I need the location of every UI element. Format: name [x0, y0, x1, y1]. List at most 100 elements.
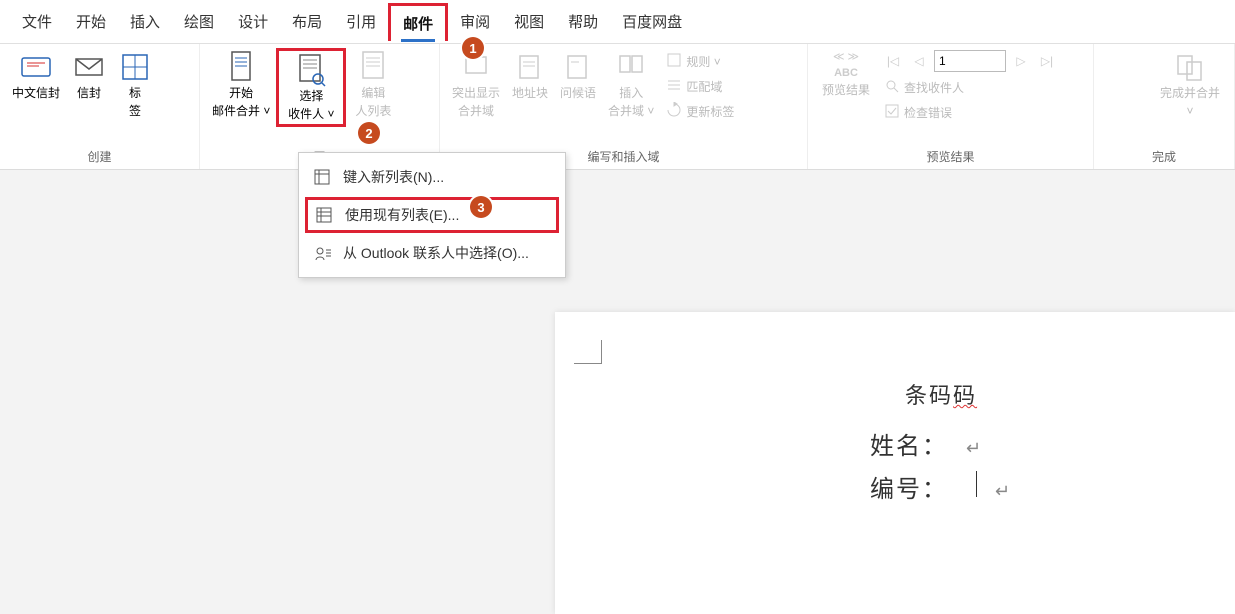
menu-references[interactable]: 引用: [334, 1, 388, 42]
select-recipients-button[interactable]: 选择 收件人 ˅: [276, 48, 346, 127]
menu-view[interactable]: 视图: [502, 1, 556, 42]
greeting-icon: [562, 50, 594, 84]
ribbon-group-start: 开始 邮件合并 ˅ 选择 收件人 ˅ 编辑 人列表 开: [200, 44, 440, 169]
start-mail-merge-label-1: 开始: [229, 86, 253, 102]
match-label: 匹配域: [686, 78, 722, 95]
doc-row-name: 姓名： ↵: [870, 426, 1012, 461]
find-recipient-button: 查找收件人: [880, 76, 1060, 99]
start-mail-merge-label-2: 邮件合并 ˅: [212, 104, 270, 120]
menu-baidu[interactable]: 百度网盘: [610, 1, 694, 42]
menu-draw[interactable]: 绘图: [172, 1, 226, 42]
chinese-envelope-label: 中文信封: [12, 86, 60, 102]
doc-icon: [225, 50, 257, 84]
labels-label-1: 标: [129, 86, 141, 102]
ribbon: 中文信封 信封 标 签 创建: [0, 44, 1235, 170]
doc-title-wavy: 码: [953, 383, 977, 408]
doc-name-label: 姓名：: [870, 426, 948, 461]
first-record-button[interactable]: |◁: [882, 50, 904, 72]
address-block-button: 地址块: [506, 48, 554, 104]
abc-mid: ABC: [834, 66, 858, 80]
menu-mailings[interactable]: 邮件: [388, 3, 448, 41]
doc-title-pre: 条码: [905, 383, 953, 408]
rules-icon: [666, 52, 682, 71]
enter-mark-2: ↵: [995, 481, 1012, 502]
labels-icon: [119, 50, 151, 84]
rules-label: 规则 ˅: [686, 53, 720, 70]
envelope-icon: [73, 50, 105, 84]
edit-recipient-list-button[interactable]: 编辑 人列表: [346, 48, 400, 121]
prev-record-button[interactable]: ◁: [908, 50, 930, 72]
menu-insert[interactable]: 插入: [118, 1, 172, 42]
greeting-label: 问候语: [560, 86, 596, 102]
insert-field-label-1: 插入: [619, 86, 643, 102]
address-label: 地址块: [512, 86, 548, 102]
edit-list-icon: [357, 50, 389, 84]
type-new-list-item[interactable]: 键入新列表(N)...: [303, 159, 561, 195]
envelope-label: 信封: [77, 86, 101, 102]
abc-top: ≪ ≫: [833, 50, 859, 64]
chinese-envelope-button[interactable]: 中文信封: [6, 48, 66, 104]
search-icon: [884, 78, 900, 97]
recipients-icon: [295, 53, 327, 87]
last-record-button[interactable]: ▷|: [1036, 50, 1058, 72]
next-record-button[interactable]: ▷: [1010, 50, 1032, 72]
check-errors-label: 检查错误: [904, 104, 952, 121]
highlight-merge-fields-button: 突出显示 合并域: [446, 48, 506, 121]
highlight-label-2: 合并域: [458, 104, 494, 120]
start-mail-merge-button[interactable]: 开始 邮件合并 ˅: [206, 48, 276, 121]
greeting-button: 问候语: [554, 48, 602, 104]
ribbon-group-write: 突出显示 合并域 地址块 问候语 插入 合并域 ˅: [440, 44, 808, 169]
insert-field-label-2: 合并域 ˅: [608, 104, 654, 120]
select-recipients-label-1: 选择: [299, 89, 323, 105]
finish-merge-label-1: 完成并合并: [1160, 86, 1220, 102]
address-icon: [514, 50, 546, 84]
step-badge-3: 3: [470, 196, 492, 218]
labels-button[interactable]: 标 签: [112, 48, 158, 121]
doc-title: 条码码: [870, 378, 1012, 410]
ribbon-group-create: 中文信封 信封 标 签 创建: [0, 44, 200, 169]
outlook-contacts-icon: [313, 245, 333, 261]
insert-merge-field-button: 插入 合并域 ˅: [602, 48, 660, 121]
page-corner-mark: [574, 340, 602, 364]
finish-icon: [1174, 50, 1206, 84]
edit-recipient-list-label-2: 人列表: [355, 104, 391, 120]
use-existing-list-label: 使用现有列表(E)...: [345, 205, 459, 225]
enter-mark-1: ↵: [966, 438, 983, 459]
doc-id-label: 编号：: [870, 469, 948, 504]
preview-results-button: ≪ ≫ ABC 预览结果: [814, 48, 878, 126]
menubar: 文件 开始 插入 绘图 设计 布局 引用 邮件 审阅 视图 帮助 百度网盘: [0, 0, 1235, 44]
insert-field-icon: [615, 50, 647, 84]
select-recipients-label-2: 收件人 ˅: [288, 107, 334, 123]
menu-layout[interactable]: 布局: [280, 1, 334, 42]
envelope-button[interactable]: 信封: [66, 48, 112, 104]
finish-group-label: 完成: [1100, 146, 1228, 169]
highlight-label-1: 突出显示: [452, 86, 500, 102]
rules-button: 规则 ˅: [662, 50, 738, 73]
menu-help[interactable]: 帮助: [556, 1, 610, 42]
menu-file[interactable]: 文件: [10, 1, 64, 42]
menu-design[interactable]: 设计: [226, 1, 280, 42]
type-new-list-label: 键入新列表(N)...: [343, 167, 444, 187]
menu-review[interactable]: 审阅: [448, 1, 502, 42]
match-fields-button: 匹配域: [662, 75, 738, 98]
from-outlook-contacts-label: 从 Outlook 联系人中选择(O)...: [343, 243, 529, 263]
check-icon: [884, 103, 900, 122]
step-badge-2: 2: [358, 122, 380, 144]
from-outlook-contacts-item[interactable]: 从 Outlook 联系人中选择(O)...: [303, 235, 561, 271]
preview-results-label: 预览结果: [822, 83, 870, 99]
create-group-label: 创建: [6, 146, 193, 169]
envelope-cn-icon: [20, 50, 52, 84]
existing-list-icon: [315, 207, 335, 223]
step-badge-1: 1: [462, 37, 484, 59]
preview-group-label: 预览结果: [814, 146, 1087, 169]
document-content: 条码码 姓名： ↵ 编号： ↵: [870, 378, 1012, 512]
update-labels-button: 更新标签: [662, 100, 738, 123]
record-navigator: |◁ ◁ ▷ ▷|: [878, 48, 1062, 74]
ribbon-group-preview: ≪ ≫ ABC 预览结果 |◁ ◁ ▷ ▷| 查找收: [808, 44, 1094, 169]
find-recipient-label: 查找收件人: [904, 79, 964, 96]
record-number-input[interactable]: [934, 50, 1006, 72]
select-recipients-dropdown: 键入新列表(N)... 使用现有列表(E)... 从 Outlook 联系人中选…: [298, 152, 566, 278]
menu-home[interactable]: 开始: [64, 1, 118, 42]
update-icon: [666, 102, 682, 121]
use-existing-list-item[interactable]: 使用现有列表(E)...: [305, 197, 559, 233]
